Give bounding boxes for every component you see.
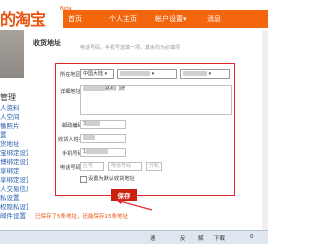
taskbar-item[interactable]: 反 <box>180 234 186 242</box>
detail-address-textarea[interactable]: 路和门牌 <box>80 85 232 115</box>
nav-messages[interactable]: 消息 <box>207 14 221 24</box>
phone-label: 电话号码 <box>60 165 81 171</box>
taskbar-item[interactable]: 速 <box>150 234 156 242</box>
taskbar-item[interactable]: 下载 <box>214 234 225 242</box>
default-address-checkbox[interactable] <box>80 176 87 183</box>
mobile-input[interactable]: 1 <box>80 148 126 157</box>
taobao-logo[interactable]: 的淘宝 <box>0 6 60 29</box>
province-select[interactable]: ▾ <box>117 69 177 79</box>
vertical-scrollbar[interactable] <box>262 30 268 230</box>
nav-account-settings[interactable]: 帐户设置▾ <box>155 14 187 24</box>
form-hint: 电话号码，手机号选填一项，其余均为必填项 <box>80 45 181 51</box>
phone-ext-input[interactable]: 分机 <box>146 162 162 171</box>
sidebar-item-email[interactable]: 邮件设置 <box>0 210 26 220</box>
city-select[interactable]: ▾ <box>180 69 230 79</box>
page-title: 收货地址 <box>33 39 61 47</box>
taskbar-item[interactable]: 0 <box>250 234 254 240</box>
chevron-down-icon: ▾ <box>183 15 187 23</box>
default-address-label: 设置为默认收货地址 <box>88 176 135 182</box>
phone-number-input[interactable]: 电话号码 <box>108 162 142 171</box>
taskbar: 速 反 解 下载 0 <box>0 230 268 244</box>
recipient-name-input[interactable] <box>80 134 126 143</box>
saved-address-note: 已保存了5条地址，还能保存15条地址 <box>35 214 128 220</box>
nav-home[interactable]: 首页 <box>68 14 82 24</box>
avatar <box>0 30 24 78</box>
taskbar-item[interactable]: 解 <box>198 234 204 242</box>
nav-personal-home[interactable]: 个人主页 <box>109 14 137 24</box>
zip-input[interactable]: 3 <box>80 120 126 129</box>
sidebar: 人资料 人空间 像照片 置 货地址 宝绑定设置 博绑定设置 享绑定 享绑定设置 … <box>0 82 33 222</box>
top-nav-bar: 首页 个人主页 帐户设置▾ 消息 <box>63 10 268 28</box>
phone-area-input[interactable]: 区号 <box>80 162 104 171</box>
country-select[interactable]: 中国大陆 ▾ <box>80 69 114 79</box>
